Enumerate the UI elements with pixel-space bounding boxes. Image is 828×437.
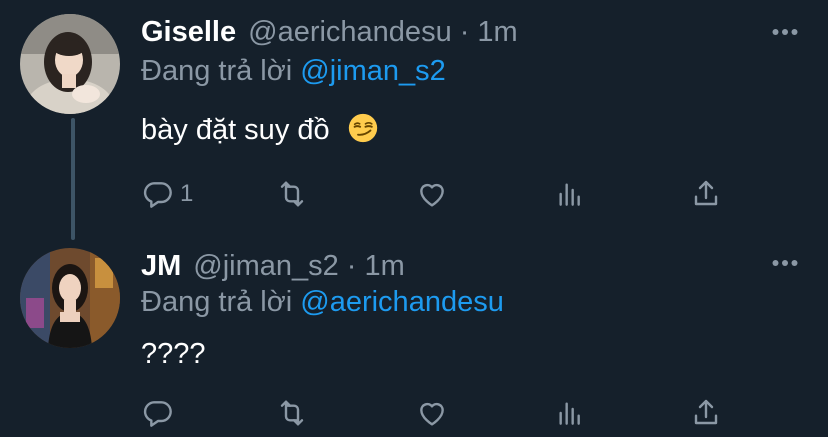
tweet-header: Giselle @aerichandesu · 1m xyxy=(141,14,518,50)
smirking-face-emoji xyxy=(348,113,377,143)
separator-dot: · xyxy=(346,250,357,282)
retweet-button[interactable] xyxy=(276,174,308,214)
timestamp[interactable]: 1m xyxy=(364,248,404,284)
like-icon xyxy=(420,183,444,207)
more-options-button[interactable] xyxy=(770,248,800,278)
tweet-text-content: ???? xyxy=(141,338,206,370)
avatar-photo-icon xyxy=(20,14,120,114)
more-icon xyxy=(772,29,798,35)
reply-count: 1 xyxy=(180,180,194,207)
share-button[interactable] xyxy=(690,174,722,214)
reply-button[interactable]: 1 xyxy=(142,174,193,214)
tweet[interactable]: Giselle @aerichandesu · 1m Đang trả lời … xyxy=(0,0,828,232)
stats-icon xyxy=(559,402,580,425)
user-handle[interactable]: @jiman_s2 xyxy=(193,248,339,284)
avatar[interactable] xyxy=(20,14,120,114)
share-icon xyxy=(694,399,718,425)
stats-button[interactable] xyxy=(554,393,586,433)
more-options-button[interactable] xyxy=(770,17,800,47)
display-name[interactable]: JM xyxy=(141,248,181,284)
reply-icon xyxy=(143,401,172,427)
stats-icon xyxy=(559,183,580,206)
separator-dot: · xyxy=(459,16,470,48)
like-icon xyxy=(420,402,444,426)
reply-icon xyxy=(143,182,172,208)
retweet-button[interactable] xyxy=(276,393,308,433)
retweet-icon xyxy=(280,400,304,426)
like-button[interactable] xyxy=(416,174,448,214)
tweet-header: JM @jiman_s2 · 1m xyxy=(141,248,405,284)
stats-button[interactable] xyxy=(554,174,586,214)
tweet-actions: 1 xyxy=(0,174,828,214)
retweet-icon xyxy=(280,181,304,207)
reply-button[interactable] xyxy=(142,393,180,433)
user-handle[interactable]: @aerichandesu xyxy=(248,14,452,50)
mention-link[interactable]: @jiman_s2 xyxy=(300,55,446,87)
display-name[interactable]: Giselle xyxy=(141,14,236,50)
share-icon xyxy=(694,180,718,206)
tweet-actions xyxy=(0,393,828,433)
replying-to: Đang trả lời @aerichandesu xyxy=(141,284,504,320)
tweet-thread: Giselle @aerichandesu · 1m Đang trả lời … xyxy=(0,0,828,437)
more-icon xyxy=(772,260,798,266)
share-button[interactable] xyxy=(690,393,722,433)
like-button[interactable] xyxy=(416,393,448,433)
tweet-text-content: bày đặt suy đồ xyxy=(141,114,330,146)
replying-to: Đang trả lời @jiman_s2 xyxy=(141,53,446,89)
timestamp[interactable]: 1m xyxy=(477,14,517,50)
replying-to-label: Đang trả lời xyxy=(141,55,293,87)
tweet-text: bày đặt suy đồ xyxy=(141,112,378,148)
tweet-text: ???? xyxy=(141,336,206,372)
avatar[interactable] xyxy=(20,248,120,348)
replying-to-label: Đang trả lời xyxy=(141,286,293,318)
avatar-photo-icon xyxy=(20,248,120,348)
tweet[interactable]: JM @jiman_s2 · 1m Đang trả lời @aerichan… xyxy=(0,232,828,437)
mention-link[interactable]: @aerichandesu xyxy=(300,286,504,318)
